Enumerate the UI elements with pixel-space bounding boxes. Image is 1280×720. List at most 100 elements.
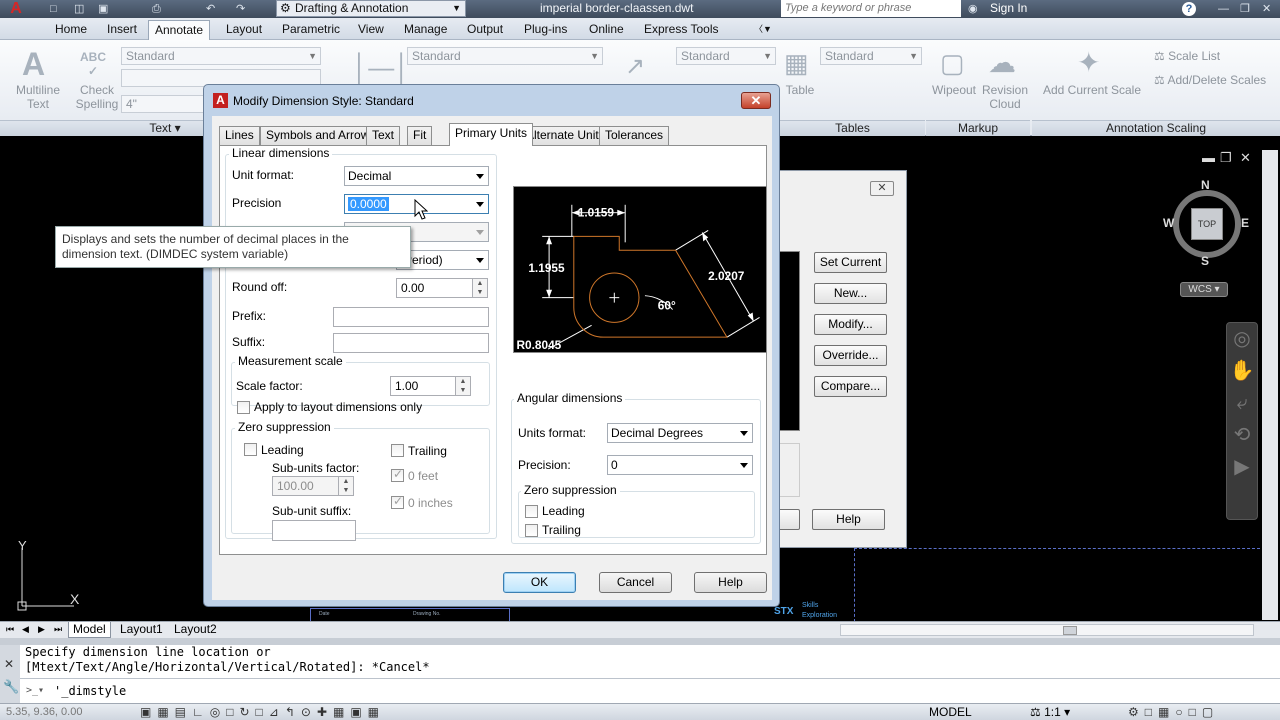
angular-units-format-combo[interactable]: Decimal Degrees (607, 423, 753, 443)
bg-dialog-help-button[interactable]: Help (812, 509, 885, 530)
quick-access-open-icon[interactable]: ◫ (74, 0, 84, 18)
tab-parametric[interactable]: Parametric (276, 20, 346, 40)
multileader-style-combo[interactable]: Standard ▼ (676, 47, 776, 65)
sign-in-link[interactable]: Sign In (990, 0, 1027, 16)
undo-icon[interactable]: ↶ (206, 0, 215, 18)
text-height-combo[interactable]: 4" (121, 95, 206, 113)
scrollbar-thumb[interactable] (1063, 626, 1077, 635)
tab-text[interactable]: Text (366, 126, 401, 145)
quick-access-save-icon[interactable]: ▣ (98, 0, 108, 18)
multileader-icon[interactable]: ↗ (625, 52, 645, 81)
status-tray-icons[interactable]: ⚙□▦○□▢ (1128, 705, 1219, 719)
tab-online[interactable]: Online (583, 20, 630, 40)
tab-symbols-and-arrows[interactable]: Symbols and Arrows (260, 126, 382, 145)
text-style-combo[interactable]: Standard ▼ (121, 47, 321, 65)
round-off-input[interactable]: 0.00 (396, 278, 473, 298)
model-space-toggle[interactable]: MODEL (929, 705, 972, 719)
bg-dialog-close-button[interactable] (778, 509, 800, 530)
last-layout-icon[interactable]: ⏭ (50, 622, 66, 638)
first-layout-icon[interactable]: ⏮ (2, 622, 18, 638)
command-close-icon[interactable]: ✕ (4, 657, 14, 671)
linear-trailing-checkbox[interactable] (391, 444, 404, 457)
orbit-icon[interactable]: ⟲ (1227, 419, 1257, 451)
pan-icon[interactable]: ✋ (1227, 355, 1257, 387)
minimize-icon[interactable]: — (1218, 0, 1229, 18)
wrench-icon[interactable]: 🔧 (3, 679, 19, 695)
tab-layout[interactable]: Layout (220, 20, 268, 40)
ok-button[interactable]: OK (503, 572, 576, 593)
command-input[interactable]: >_▾ '_dimstyle (20, 678, 1280, 703)
add-scale-icon[interactable]: ✦ (1077, 46, 1100, 79)
dimension-style-combo[interactable]: Standard ▼ (407, 47, 603, 65)
table-label[interactable]: Table (781, 83, 819, 97)
autocad-app-icon[interactable]: A (4, 0, 28, 18)
tab-tolerances[interactable]: Tolerances (599, 126, 670, 145)
sub-units-factor-spinner[interactable]: ▲ ▼ (338, 476, 354, 496)
ribbon-toggle-icon[interactable]: 〈▼ (748, 20, 778, 40)
binoculars-icon[interactable]: ◉ (968, 0, 978, 18)
suffix-input[interactable] (333, 333, 489, 353)
zoom-icon[interactable]: ⤶ (1227, 387, 1257, 419)
angular-trailing-checkbox[interactable] (525, 524, 538, 537)
annotation-scaling-panel-label[interactable]: Annotation Scaling (1032, 120, 1280, 136)
override-style-button[interactable]: Override... (814, 345, 887, 366)
help-button[interactable]: Help (694, 572, 767, 593)
tab-alternate-units[interactable]: Alternate Units (520, 126, 611, 145)
markup-panel-label[interactable]: Markup (926, 120, 1030, 136)
navigation-bar[interactable]: ◎ ✋ ⤶ ⟲ ▶ (1226, 322, 1258, 520)
tab-insert[interactable]: Insert (101, 20, 143, 40)
spin-down-icon[interactable]: ▼ (456, 386, 470, 395)
tab-home[interactable]: Home (49, 20, 93, 40)
restore-icon[interactable]: ❐ (1240, 0, 1250, 18)
bg-dialog-close-icon[interactable]: ✕ (870, 181, 894, 196)
command-line-handle[interactable]: ✕ 🔧 (0, 645, 20, 703)
tab-express-tools[interactable]: Express Tools (638, 20, 724, 40)
steering-wheel-icon[interactable]: ◎ (1227, 323, 1257, 355)
angular-leading-checkbox[interactable] (525, 505, 538, 518)
sub-units-factor-input[interactable]: 100.00 (272, 476, 339, 496)
spin-up-icon[interactable]: ▲ (456, 377, 470, 386)
quick-access-new-icon[interactable]: □ (50, 0, 57, 18)
spin-down-icon[interactable]: ▼ (339, 486, 353, 495)
spin-down-icon[interactable]: ▼ (473, 288, 487, 297)
viewcube[interactable]: TOP N S E W (1163, 178, 1249, 268)
compare-style-button[interactable]: Compare... (814, 376, 887, 397)
wipeout-icon[interactable]: ▢ (940, 48, 965, 79)
viewcube-top-face[interactable]: TOP (1191, 208, 1223, 240)
scale-list-button[interactable]: ⚖ Scale List (1154, 49, 1220, 63)
tab-lines[interactable]: Lines (219, 126, 260, 145)
tab-primary-units[interactable]: Primary Units (449, 123, 534, 146)
add-delete-scales-button[interactable]: ⚖ Add/Delete Scales (1154, 73, 1266, 87)
tab-annotate[interactable]: Annotate (148, 20, 211, 40)
prefix-input[interactable] (333, 307, 489, 327)
annotation-scale[interactable]: ⚖ 1:1 ▾ (1030, 705, 1070, 719)
dialog-caption[interactable]: A Modify Dimension Style: Standard ✕ (204, 85, 779, 117)
redo-icon[interactable]: ↷ (236, 0, 245, 18)
status-toggles[interactable]: ▣▦▤∟◎□↻□⊿↰⊙✚▦▣▦ (140, 705, 385, 719)
cancel-button[interactable]: Cancel (599, 572, 672, 593)
help-icon[interactable]: ? (1182, 2, 1196, 16)
zero-feet-checkbox[interactable] (391, 467, 404, 482)
wipeout-label[interactable]: Wipeout (928, 83, 980, 97)
search-input[interactable]: Type a keyword or phrase (781, 0, 961, 17)
layout-tab-layout1[interactable]: Layout1 (116, 622, 167, 638)
coordinate-readout[interactable]: 5.35, 9.36, 0.00 (6, 706, 82, 718)
tab-fit[interactable]: Fit (407, 126, 433, 145)
check-spelling-label[interactable]: Check Spelling (72, 83, 122, 111)
workspace-selector[interactable]: ⚙ Drafting & Annotation ▼ (276, 0, 466, 17)
unit-format-combo[interactable]: Decimal (344, 166, 489, 186)
drawing-scrollbar-horizontal[interactable] (840, 624, 1254, 636)
tab-output[interactable]: Output (461, 20, 509, 40)
viewport-minimize-icon[interactable]: ▬ (1202, 150, 1215, 165)
multiline-text-label[interactable]: Multiline Text (8, 83, 68, 111)
table-style-combo[interactable]: Standard ▼ (820, 47, 922, 65)
modify-style-button[interactable]: Modify... (814, 314, 887, 335)
spin-up-icon[interactable]: ▲ (473, 279, 487, 288)
round-off-spinner[interactable]: ▲ ▼ (472, 278, 488, 298)
scale-factor-spinner[interactable]: ▲ ▼ (455, 376, 471, 396)
angular-precision-combo[interactable]: 0 (607, 455, 753, 475)
layout-tab-layout2[interactable]: Layout2 (170, 622, 221, 638)
showmotion-icon[interactable]: ▶ (1227, 451, 1257, 483)
tab-manage[interactable]: Manage (398, 20, 453, 40)
viewport-restore-icon[interactable]: ❐ (1220, 150, 1232, 166)
